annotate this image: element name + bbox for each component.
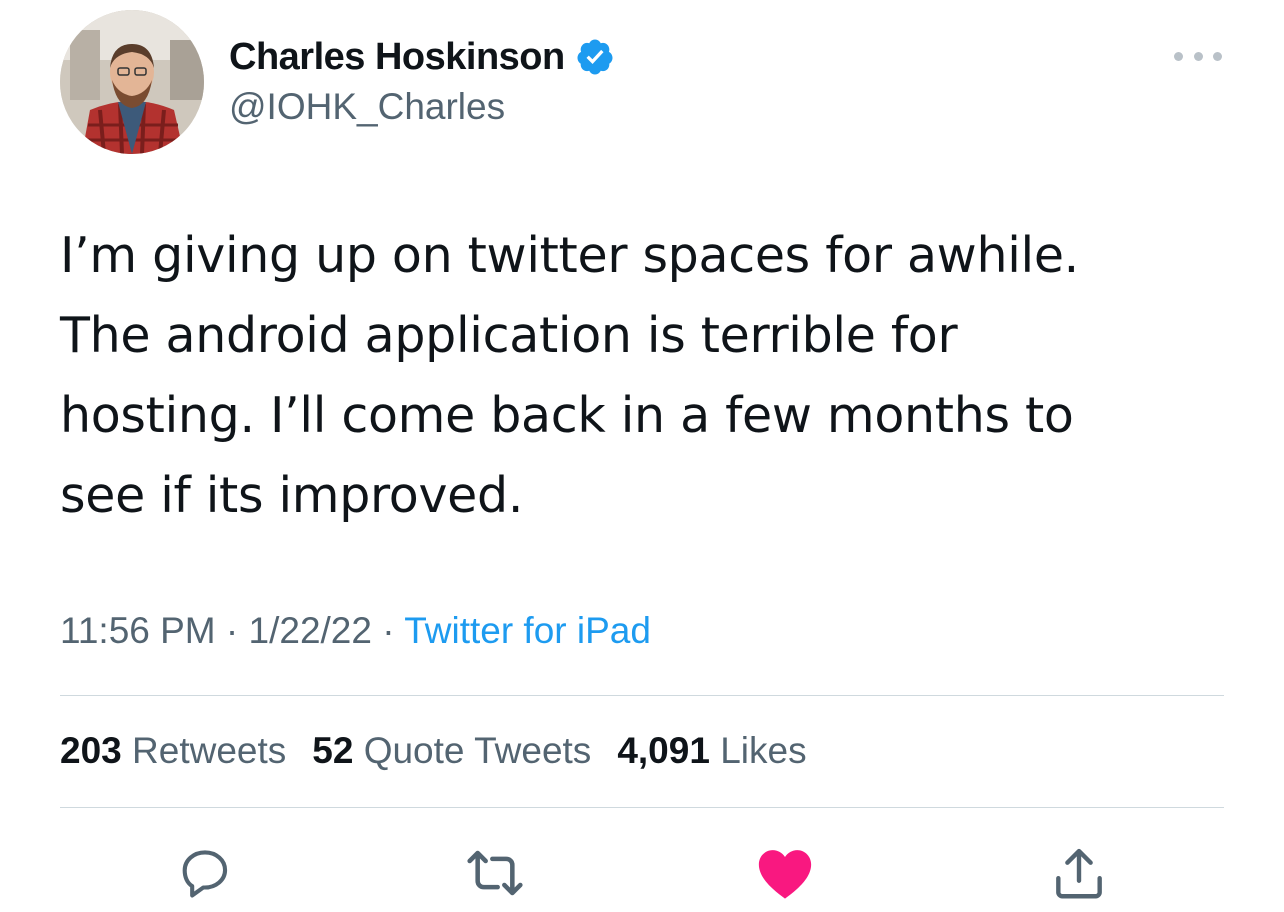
more-options-icon[interactable] — [1174, 44, 1222, 68]
like-button[interactable] — [750, 838, 820, 908]
tweet-date[interactable]: 1/22/22 — [249, 610, 372, 651]
retweet-icon — [467, 850, 523, 896]
quote-tweets-label: Quote Tweets — [363, 730, 592, 771]
reply-button[interactable] — [170, 838, 240, 908]
likes-count: 4,091 — [617, 730, 710, 771]
tweet-text-line: The android application is terrible for — [60, 307, 958, 364]
heart-icon-liked — [758, 850, 812, 899]
more-dot — [1193, 51, 1203, 61]
quote-tweets-count: 52 — [312, 730, 354, 771]
divider — [60, 807, 1224, 808]
tweet-source-link[interactable]: Twitter for iPad — [404, 610, 651, 651]
author-handle[interactable]: @IOHK_Charles — [229, 86, 505, 128]
retweets-label: Retweets — [132, 730, 287, 771]
quote-tweets-stat[interactable]: 52 Quote Tweets — [312, 730, 591, 772]
likes-stat[interactable]: 4,091 Likes — [617, 730, 806, 772]
meta-separator: · — [225, 610, 249, 651]
tweet-text: I’m giving up on twitter spaces for awhi… — [60, 216, 1240, 536]
share-icon — [1056, 848, 1102, 899]
retweets-count: 203 — [60, 730, 122, 771]
avatar[interactable] — [60, 10, 204, 154]
retweets-stat[interactable]: 203 Retweets — [60, 730, 286, 772]
meta-separator: · — [382, 610, 405, 651]
reply-icon — [182, 850, 228, 898]
tweet-actions — [0, 838, 1284, 908]
verified-badge-icon — [575, 37, 615, 77]
author-name-row: Charles Hoskinson — [229, 34, 615, 80]
avatar-image — [60, 10, 204, 154]
more-dot — [1174, 51, 1183, 61]
tweet-detail: Charles Hoskinson @IOHK_Charles I’m givi… — [0, 0, 1284, 912]
tweet-metadata: 11:56 PM · 1/22/22 · Twitter for iPad — [60, 610, 651, 652]
tweet-text-line: hosting. I’ll come back in a few months … — [60, 387, 1074, 444]
tweet-stats: 203 Retweets 52 Quote Tweets 4,091 Likes — [60, 730, 833, 772]
divider — [60, 695, 1224, 696]
tweet-text-line: see if its improved. — [60, 467, 524, 524]
tweet-time[interactable]: 11:56 PM — [60, 610, 216, 651]
tweet-text-line: I’m giving up on twitter spaces for awhi… — [60, 227, 1079, 284]
more-dot — [1213, 51, 1222, 61]
retweet-button[interactable] — [460, 838, 530, 908]
author-display-name[interactable]: Charles Hoskinson — [229, 36, 565, 79]
likes-label: Likes — [720, 730, 807, 771]
share-button[interactable] — [1044, 838, 1114, 908]
